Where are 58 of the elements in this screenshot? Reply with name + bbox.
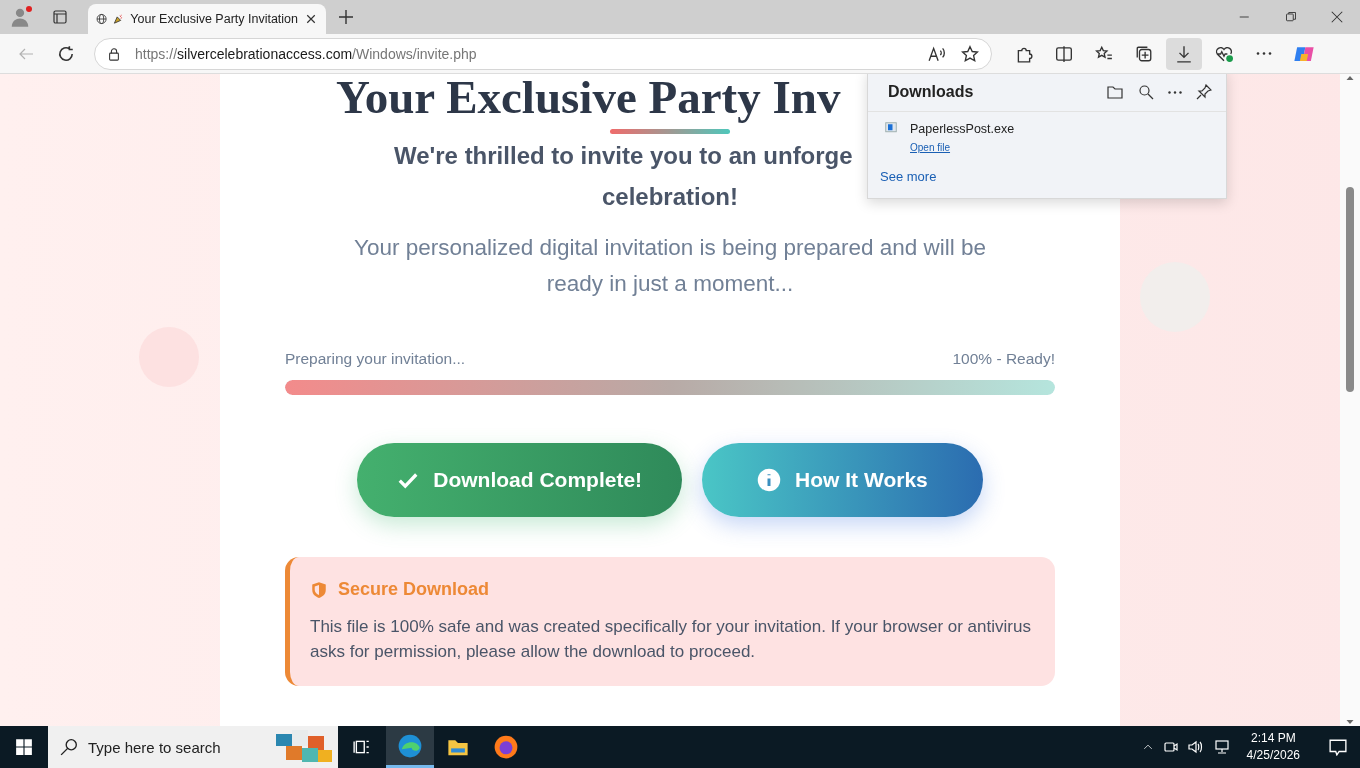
heart-pulse-icon [1214,44,1234,63]
shield-icon [310,579,328,600]
edge-icon [397,732,423,759]
chat-bubble-icon [1329,738,1347,756]
taskbar-app-button[interactable] [386,726,434,768]
file-name: PaperlessPost.exe [910,122,1015,136]
open-file-link[interactable]: Open file [910,142,951,153]
tab-title: Your Exclusive Party Invitation [130,12,299,26]
restore-icon [1285,11,1297,23]
camera-icon [1162,739,1179,755]
globe-icon [96,11,108,27]
plus-icon [338,9,354,25]
url-text: https://silvercelebrationaccess.com/Windows/invite.php [135,45,478,62]
firefox-icon [493,734,519,760]
tabs-icon [52,9,68,25]
how-it-works-button[interactable]: How It Works [702,443,983,517]
download-icon [1175,44,1193,63]
info-icon [757,468,782,492]
clock-date: 4/25/2026 [1246,747,1300,764]
split-screen-icon [1055,44,1073,63]
downloads-button[interactable] [1166,37,1202,70]
person-icon [9,6,31,28]
more-icon [1168,90,1182,94]
close-icon [305,13,317,25]
notice-title: Secure Download [338,579,490,600]
scrollbar[interactable] [1340,74,1360,726]
speaker-icon [1186,739,1205,755]
progress-reading: 100% - Ready! [952,350,1055,368]
intro-paragraph: Your personalized digital invitation is being prepared and will be ready in just a moment... [352,234,988,298]
folder-icon [1106,84,1124,100]
scrollbar-thumb[interactable] [1346,187,1354,392]
subtitle: We're thrilled to invite you to an unforge [393,141,853,171]
subtitle: celebration! [602,182,738,212]
refresh-icon [57,44,75,63]
lock-icon [107,45,121,62]
download-complete-button[interactable]: Download Complete! [357,443,683,517]
panel-title: Downloads [888,83,975,101]
search-icon [60,738,78,756]
taskbar-search-field[interactable]: Type here to search [48,726,338,768]
search-icon [1138,84,1154,100]
close-icon [1330,10,1344,24]
address-bar[interactable]: https://silvercelebrationaccess.com/Windows/invite.php [94,37,992,70]
collections-icon [1135,44,1153,63]
windows-icon [15,738,33,756]
clock-time: 2:14 PM [1250,730,1296,747]
page-heading: Your Exclusive Party Inv [335,74,841,124]
read-aloud-icon [927,44,947,63]
notification-dot [26,6,32,12]
browser-tab[interactable]: Your Exclusive Party Invitation [88,4,326,34]
more-icon [1256,52,1272,55]
pin-icon [1196,84,1212,100]
star-icon [961,44,979,63]
see-more-link[interactable]: See more [868,155,949,198]
file-icon [884,122,898,134]
progress-label: Preparing your invitation... [285,350,466,368]
network-icon [1212,739,1231,755]
task-view-icon [352,738,372,756]
notice-text: This file is 100% safe and was created specifically for your invitation. If your browser or antivirus asks for permission, please allow the download to proceed. [310,616,1032,663]
